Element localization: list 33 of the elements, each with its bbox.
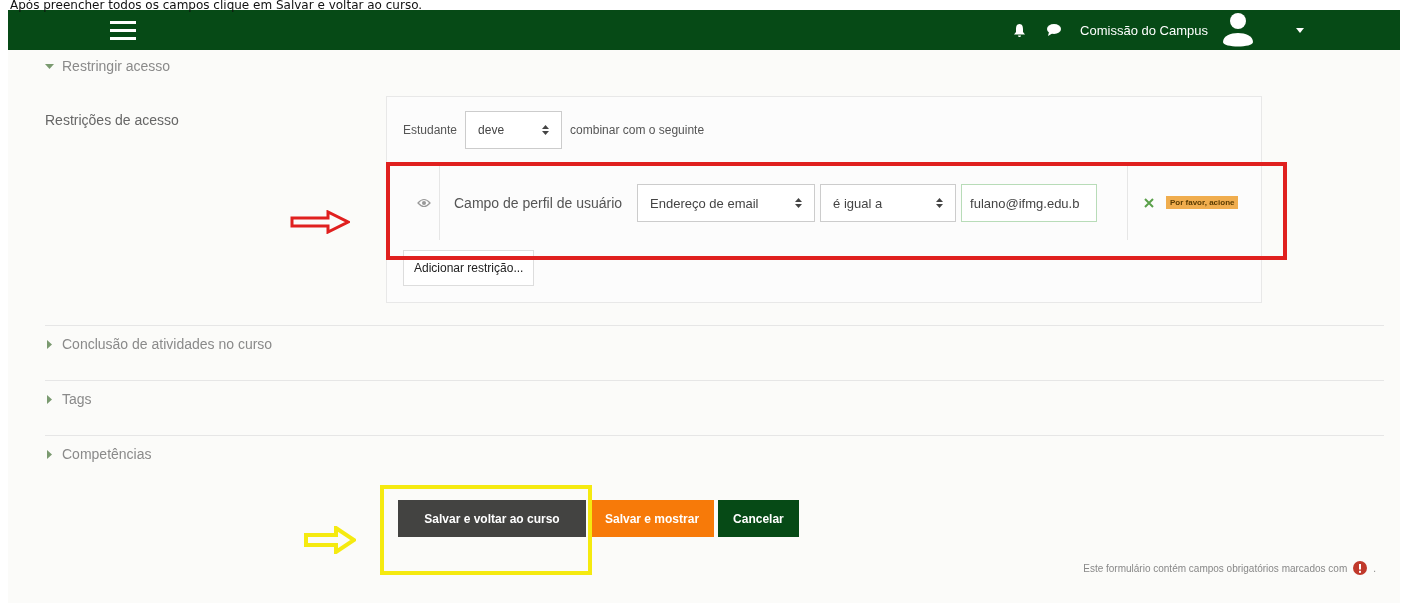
period-text: . xyxy=(1373,562,1376,574)
field-label: Restrições de acesso xyxy=(45,112,179,128)
avatar-icon[interactable] xyxy=(1220,12,1256,48)
collapse-arrow-icon[interactable] xyxy=(45,61,54,71)
field-label: combinar com o seguinte xyxy=(570,123,705,137)
caption-text: Após preencher todos os campos clique em Salvar e voltar ao curso. xyxy=(9,0,424,10)
user-name[interactable]: Comissão do Campus xyxy=(1080,22,1208,38)
bell-icon[interactable] xyxy=(1013,22,1027,38)
required-note: Este formulário contém campos obrigatórios marcados com xyxy=(1083,562,1348,574)
field-label: Estudante xyxy=(403,123,458,137)
expand-arrow-icon[interactable] xyxy=(45,394,54,404)
section-title[interactable]: Tags xyxy=(62,391,92,407)
arrow-icon xyxy=(290,210,350,234)
exclamation-icon xyxy=(1353,561,1368,575)
field-label: Campo de perfil de usuário xyxy=(454,195,623,211)
expand-arrow-icon[interactable] xyxy=(45,449,54,459)
delete-icon[interactable] xyxy=(1144,197,1154,208)
menu-icon[interactable] xyxy=(110,20,136,40)
arrow-icon xyxy=(304,526,356,554)
value-input[interactable]: fulano@ifmg.edu.b xyxy=(961,184,1098,222)
caret-icon[interactable] xyxy=(1296,27,1304,33)
chat-icon[interactable] xyxy=(1046,23,1063,37)
warning-badge: Por favor, acione xyxy=(1166,196,1239,209)
operator-select[interactable]: é igual a xyxy=(820,184,957,222)
sort-arrows-icon xyxy=(542,125,550,135)
sort-arrows-icon xyxy=(795,198,803,208)
expand-arrow-icon[interactable] xyxy=(45,339,54,349)
eye-icon[interactable] xyxy=(417,198,431,208)
sort-arrows-icon xyxy=(936,198,944,208)
match-select[interactable]: deve xyxy=(465,111,563,149)
action-button[interactable]: Salvar e voltar ao curso xyxy=(398,500,586,537)
field-select[interactable]: Endereço de email xyxy=(637,184,816,222)
action-button[interactable]: Cancelar xyxy=(718,500,799,537)
